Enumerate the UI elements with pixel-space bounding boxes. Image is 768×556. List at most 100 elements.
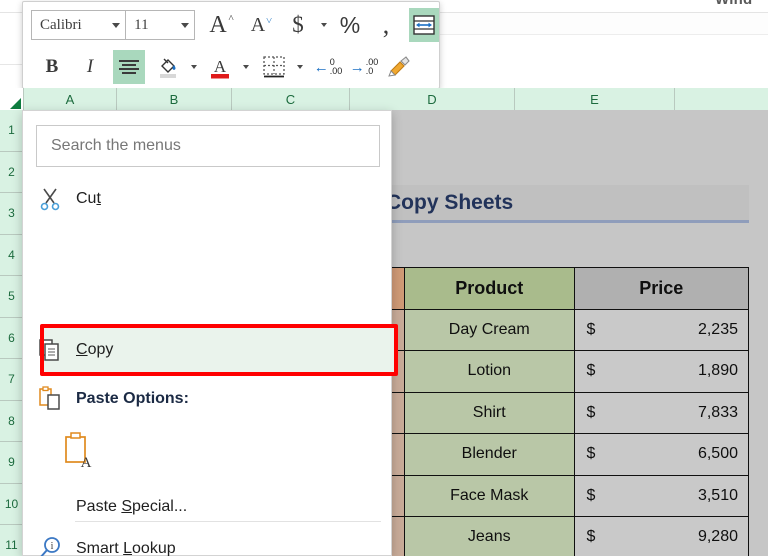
format-painter-icon: [388, 56, 410, 77]
table-header-product: Product: [403, 267, 575, 310]
decrease-decimal-button[interactable]: ← 0.00: [313, 51, 343, 83]
product-price-table: Product Price Day Cream $ 2,235 Lotion $: [374, 267, 750, 556]
percent-icon: %: [339, 11, 361, 38]
menu-item-cut[interactable]: Cut: [24, 175, 392, 223]
select-all-corner[interactable]: [0, 88, 24, 110]
column-header-f[interactable]: [675, 88, 768, 110]
format-painter-button[interactable]: [385, 51, 415, 83]
font-name-combo[interactable]: Calibri: [31, 10, 127, 40]
fill-color-button[interactable]: [153, 51, 183, 83]
decrease-font-size-button[interactable]: A ˅: [243, 9, 273, 41]
paste-text-only-icon: A: [24, 431, 134, 471]
column-header-row: A B C D E: [0, 88, 768, 110]
fill-color-dropdown[interactable]: [183, 51, 199, 83]
row-header-11[interactable]: 11: [0, 525, 23, 556]
italic-button[interactable]: I: [75, 51, 105, 83]
currency-symbol: $: [586, 320, 596, 338]
svg-text:i: i: [51, 541, 54, 552]
currency-symbol: $: [586, 403, 596, 421]
menu-item-label: Cut: [76, 190, 101, 207]
cell-product[interactable]: Face Mask: [403, 474, 575, 517]
table-row[interactable]: Day Cream $ 2,235: [374, 308, 750, 351]
column-header-d[interactable]: D: [350, 88, 515, 110]
table-row[interactable]: Jeans $ 9,280: [374, 516, 750, 556]
borders-dropdown[interactable]: [289, 51, 305, 83]
comma-style-button[interactable]: ,: [371, 9, 401, 41]
merge-and-center-button[interactable]: [409, 8, 439, 42]
increase-decimal-button[interactable]: → .00.0: [349, 51, 379, 83]
accounting-format-button[interactable]: $: [283, 9, 313, 41]
bold-button[interactable]: B: [37, 51, 67, 83]
center-align-button[interactable]: [113, 50, 145, 84]
font-color-icon: A: [211, 57, 229, 79]
mini-format-toolbar[interactable]: Calibri 11 A ^ A ˅ $ % , B I A ← 0 .00 →…: [22, 1, 440, 89]
row-header-9[interactable]: 9: [0, 442, 23, 484]
row-header-3[interactable]: 3: [0, 193, 23, 235]
row-header-5[interactable]: 5: [0, 276, 23, 318]
currency-symbol: $: [586, 486, 596, 504]
column-header-c[interactable]: C: [232, 88, 350, 110]
cell-price[interactable]: $ 9,280: [573, 516, 750, 556]
decrease-decimal-icon: ← 0.00: [313, 57, 343, 76]
chevron-down-icon: [191, 65, 197, 69]
cell-product[interactable]: Shirt: [403, 391, 575, 434]
row-header-7[interactable]: 7: [0, 359, 23, 401]
menu-separator-1: [75, 521, 381, 522]
search-menus-input[interactable]: Search the menus: [36, 125, 380, 167]
menu-item-paste-special[interactable]: Paste Special...: [24, 483, 392, 531]
font-color-dropdown[interactable]: [235, 51, 251, 83]
menu-item-label: Paste Options:: [76, 390, 189, 407]
price-value: 6,500: [697, 445, 738, 463]
increase-decimal-icon: → .00.0: [349, 57, 379, 76]
table-row[interactable]: Face Mask $ 3,510: [374, 474, 750, 517]
fill-color-icon: [160, 58, 176, 78]
row-header-2[interactable]: 2: [0, 152, 23, 193]
currency-symbol: $: [586, 362, 596, 380]
ribbon-ghost-band-lower: [440, 35, 768, 63]
center-align-icon: [119, 60, 139, 74]
column-header-a[interactable]: A: [24, 88, 117, 110]
row-header-4[interactable]: 4: [0, 235, 23, 276]
table-row[interactable]: Shirt $ 7,833: [374, 391, 750, 434]
menu-item-paste-options[interactable]: Paste Options:: [24, 375, 392, 423]
cell-price[interactable]: $ 6,500: [573, 433, 750, 476]
column-header-e[interactable]: E: [515, 88, 675, 110]
svg-text:A: A: [81, 455, 92, 471]
cell-price[interactable]: $ 3,510: [573, 474, 750, 517]
window-menu-partial-label: Wind: [715, 0, 752, 8]
cell-product[interactable]: Lotion: [403, 350, 575, 393]
mini-toolbar-row-1: Calibri 11 A ^ A ˅ $ % ,: [23, 4, 439, 46]
price-value: 9,280: [697, 528, 738, 546]
name-box-ghost: [0, 13, 24, 65]
cell-price[interactable]: $ 7,833: [573, 391, 750, 434]
paste-option-keep-text-only[interactable]: A: [24, 423, 392, 479]
menu-item-smart-lookup[interactable]: i Smart Lookup: [24, 525, 392, 556]
font-color-button[interactable]: A: [205, 51, 235, 83]
row-header-1[interactable]: 1: [0, 110, 23, 152]
chevron-down-icon: [297, 65, 303, 69]
borders-icon: [263, 56, 285, 78]
page-title: Copy Sheets: [386, 190, 514, 214]
table-row[interactable]: Blender $ 6,500: [374, 433, 750, 476]
borders-button[interactable]: [259, 51, 289, 83]
table-row[interactable]: Lotion $ 1,890: [374, 350, 750, 393]
bold-icon: B: [45, 56, 59, 77]
clipboard-icon: [24, 386, 76, 412]
row-header-10[interactable]: 10: [0, 484, 23, 525]
cell-price[interactable]: $ 1,890: [573, 350, 750, 393]
menu-item-copy[interactable]: Copy: [24, 326, 392, 374]
cell-product[interactable]: Jeans: [403, 516, 575, 556]
cell-product[interactable]: Day Cream: [403, 308, 575, 351]
magnifier-info-icon: i: [24, 536, 76, 556]
cell-product[interactable]: Blender: [403, 433, 575, 476]
merge-center-icon: [413, 15, 435, 35]
increase-font-size-button[interactable]: A ^: [203, 9, 233, 41]
row-header-6[interactable]: 6: [0, 318, 23, 359]
context-menu[interactable]: Search the menus Cut Copy Paste Options:…: [22, 110, 398, 556]
column-header-b[interactable]: B: [117, 88, 232, 110]
cell-price[interactable]: $ 2,235: [573, 308, 750, 351]
row-header-8[interactable]: 8: [0, 401, 23, 442]
percent-style-button[interactable]: %: [335, 9, 365, 41]
font-size-combo[interactable]: 11: [125, 10, 195, 40]
accounting-format-dropdown[interactable]: [313, 9, 329, 41]
